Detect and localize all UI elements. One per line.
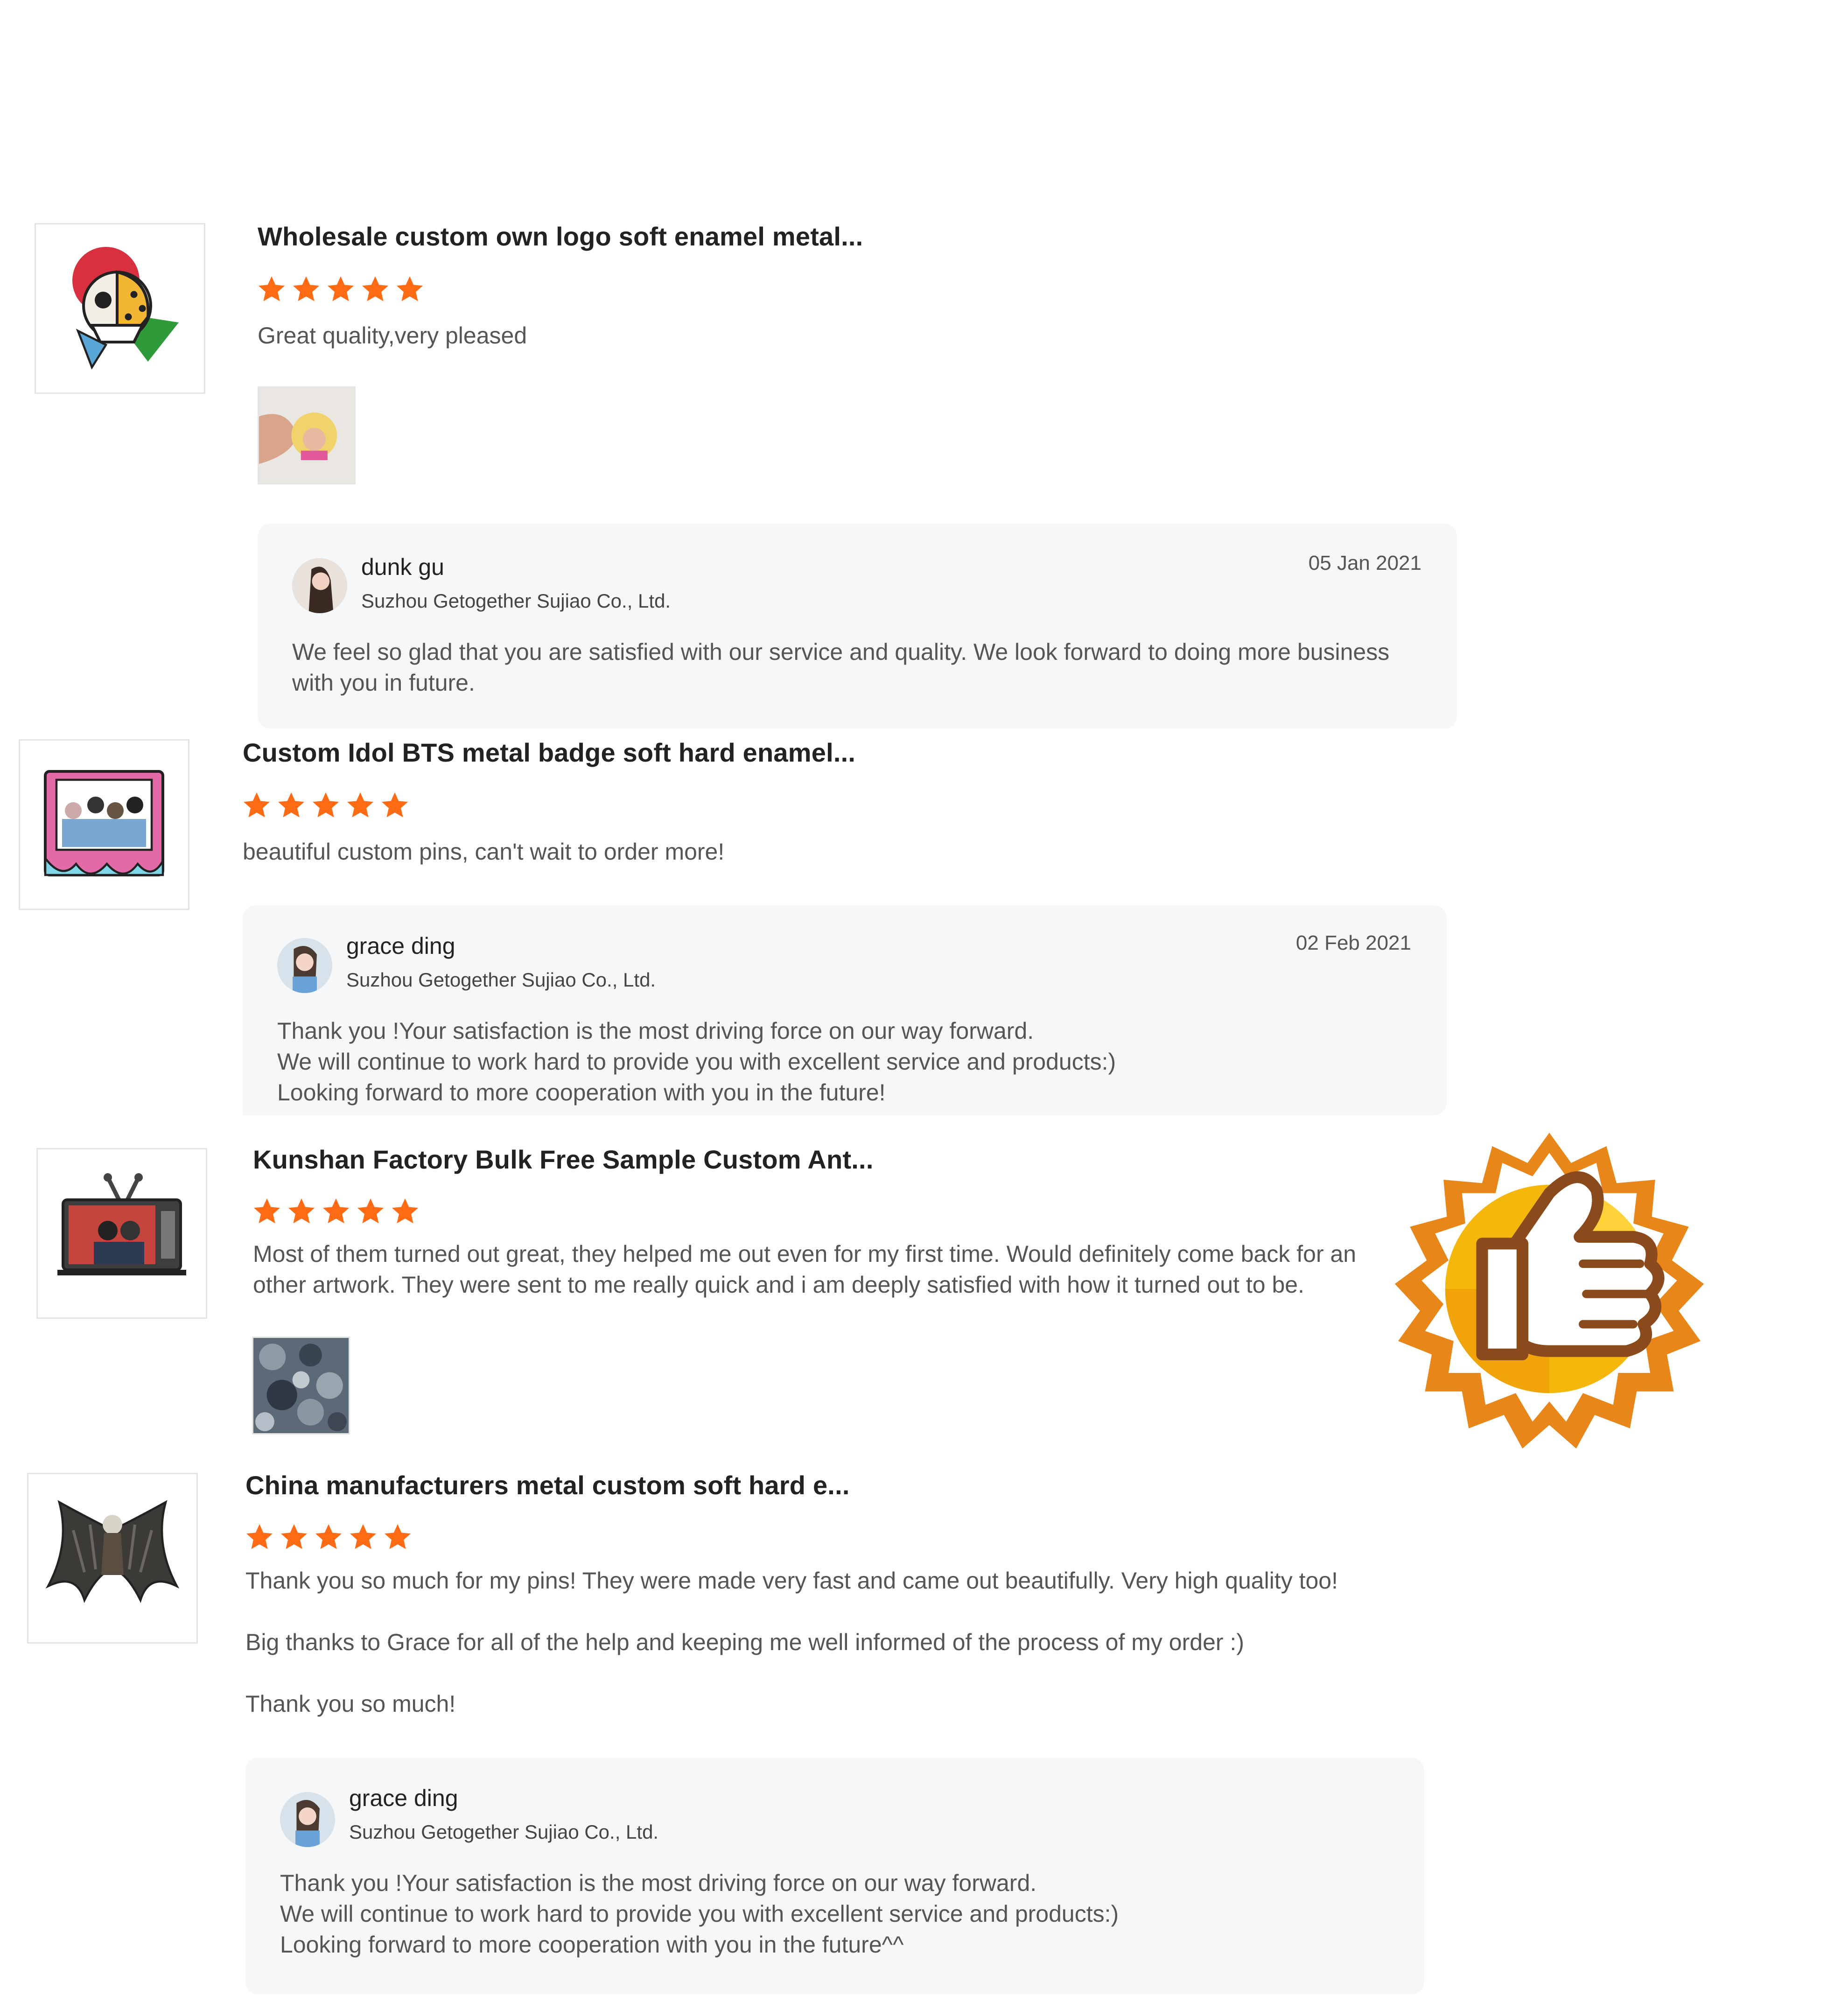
star-icon	[279, 1522, 309, 1552]
review-text: Thank you so much for my pins! They were…	[245, 1568, 1338, 1717]
reply-text: Thank you !Your satisfaction is the most…	[280, 1870, 1119, 1958]
review-product-title[interactable]: Wholesale custom own logo soft enamel me…	[258, 221, 863, 252]
review-product-title[interactable]: Custom Idol BTS metal badge soft hard en…	[243, 737, 855, 768]
avatar	[280, 1792, 335, 1847]
review-text: beautiful custom pins, can't wait to ord…	[243, 839, 725, 865]
avatar	[292, 558, 347, 613]
rating-stars	[245, 1522, 413, 1552]
star-icon	[287, 1197, 316, 1226]
star-icon	[356, 1197, 385, 1226]
reply-author-name: dunk gu	[361, 554, 444, 580]
reply-text: Thank you !Your satisfaction is the most…	[277, 1018, 1116, 1106]
star-icon	[380, 791, 410, 820]
product-thumbnail[interactable]	[36, 1148, 207, 1319]
star-icon	[245, 1522, 274, 1552]
review-product-title[interactable]: Kunshan Factory Bulk Free Sample Custom …	[253, 1144, 874, 1175]
product-thumbnail[interactable]	[35, 223, 205, 394]
star-icon	[252, 1197, 282, 1226]
star-icon	[276, 791, 306, 820]
star-icon	[291, 274, 321, 304]
rating-stars	[242, 791, 410, 820]
tv-pin-icon	[57, 1173, 186, 1275]
bts-photo-frame-pin-icon	[44, 770, 164, 876]
rating-stars	[252, 1197, 420, 1226]
star-icon	[311, 791, 341, 820]
thumbs-up-badge-icon	[1381, 1129, 1717, 1465]
reply-date: 05 Jan 2021	[1308, 552, 1421, 574]
review-text: Most of them turned out great, they help…	[253, 1241, 1357, 1298]
seller-reply: dunk gu Suzhou Getogether Sujiao Co., Lt…	[258, 524, 1457, 729]
star-icon	[348, 1522, 378, 1552]
rating-stars	[257, 274, 425, 304]
reply-company: Suzhou Getogether Sujiao Co., Ltd.	[361, 590, 671, 612]
reply-company: Suzhou Getogether Sujiao Co., Ltd.	[346, 969, 656, 991]
reply-author-name: grace ding	[346, 933, 455, 959]
reply-company: Suzhou Getogether Sujiao Co., Ltd.	[349, 1821, 659, 1843]
star-icon	[326, 274, 356, 304]
product-thumbnail[interactable]	[19, 739, 189, 910]
blonde-pin-in-hand-photo	[259, 388, 354, 483]
review-photo[interactable]	[258, 386, 356, 484]
review-product-title[interactable]: China manufacturers metal custom soft ha…	[245, 1470, 850, 1500]
seller-reply: grace ding Suzhou Getogether Sujiao Co.,…	[243, 905, 1447, 1115]
star-icon	[383, 1522, 413, 1552]
reply-author-name: grace ding	[349, 1785, 458, 1811]
product-thumbnail[interactable]	[27, 1473, 198, 1644]
star-icon	[242, 791, 272, 820]
camo-pins-photo	[253, 1338, 349, 1433]
winged-figure-pin-icon	[45, 1500, 180, 1603]
reply-text: We feel so glad that you are satisfied w…	[292, 639, 1390, 696]
star-icon	[395, 274, 425, 304]
review-photo[interactable]	[252, 1337, 350, 1435]
star-icon	[360, 274, 390, 304]
star-icon	[345, 791, 375, 820]
review-text: Great quality,very pleased	[258, 322, 527, 349]
star-icon	[314, 1522, 343, 1552]
star-icon	[390, 1197, 420, 1226]
reply-date: 02 Feb 2021	[1295, 931, 1411, 954]
star-icon	[257, 274, 287, 304]
skull-leopard-pin-icon	[72, 247, 179, 370]
star-icon	[321, 1197, 351, 1226]
avatar	[277, 938, 332, 993]
seller-reply: grace ding Suzhou Getogether Sujiao Co.,…	[245, 1757, 1424, 1995]
